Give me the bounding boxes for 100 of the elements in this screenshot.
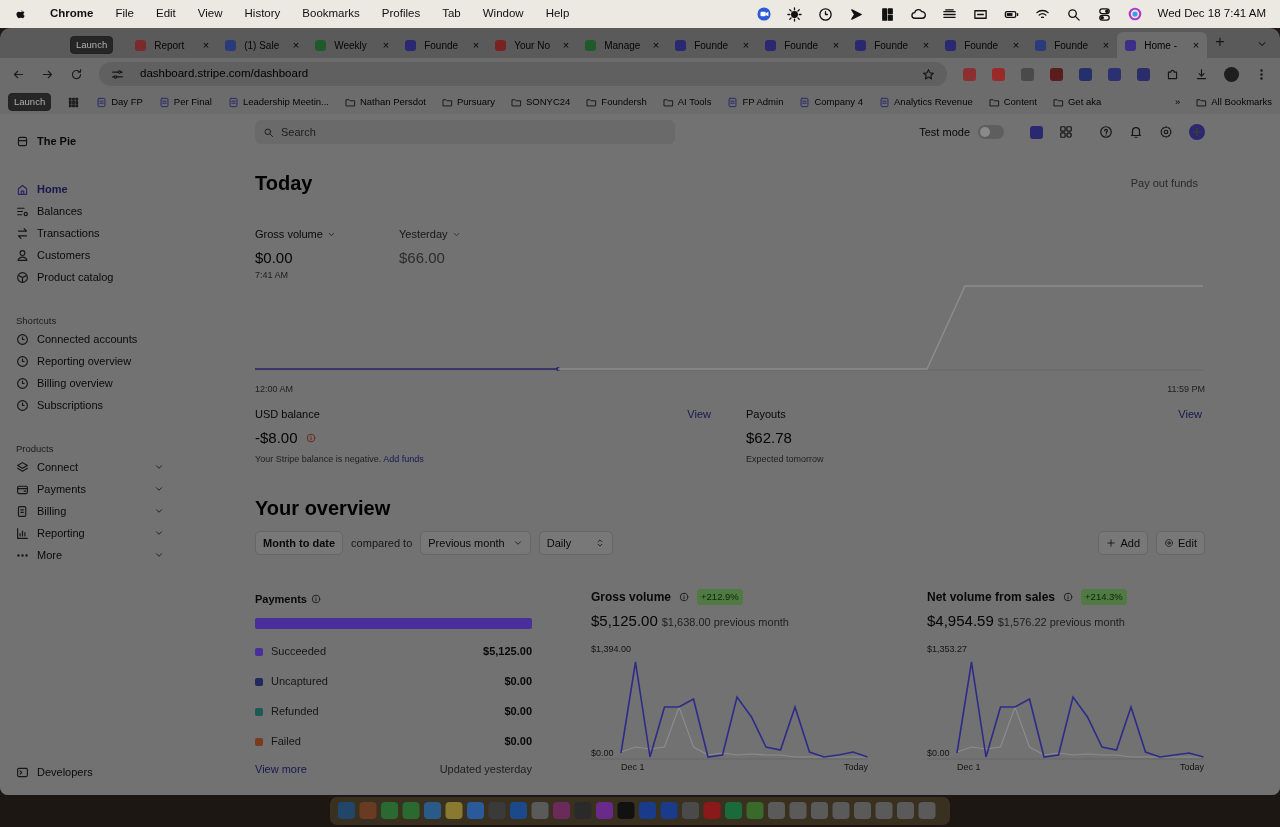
browser-tab[interactable]: Founde × [1027,32,1118,58]
close-button[interactable]: × [562,39,570,51]
menu-item[interactable]: Bookmarks [291,5,371,23]
tab-group-label[interactable]: Launch [70,35,114,54]
layout-icon[interactable] [879,6,895,22]
app-icon[interactable] [1030,125,1043,139]
sidebar-item[interactable]: Connect [16,456,240,478]
close-button[interactable]: × [922,39,930,51]
close-button[interactable]: × [652,39,660,51]
bookmark-star-icon[interactable] [922,67,935,81]
browser-tab[interactable]: Founde × [937,32,1028,58]
view-link[interactable]: View [687,406,711,423]
all-bookmarks-button[interactable]: All Bookmarks [1196,94,1272,110]
menu-item[interactable]: File [104,5,145,23]
control-center-icon[interactable] [1096,6,1112,22]
edit-button[interactable]: Edit [1156,530,1205,555]
help-icon[interactable] [1099,125,1113,139]
video-call-icon[interactable] [756,7,771,21]
menu-item[interactable]: Window [471,5,535,23]
bookmark-item[interactable]: Day FP [96,94,143,110]
test-mode-toggle[interactable] [978,125,1004,139]
close-button[interactable]: × [382,39,390,51]
sidebar-item[interactable]: Reporting overview [16,350,240,372]
view-more-link[interactable]: View more [255,760,307,777]
browser-tab[interactable]: Founde × [397,32,488,58]
apps-icon[interactable] [67,95,81,109]
sidebar-item[interactable]: Billing [16,500,240,522]
add-funds-link[interactable]: Add funds [383,454,424,464]
assistant-icon[interactable] [1127,7,1142,21]
bookmark-item[interactable]: Content [988,94,1037,110]
bookmark-chip[interactable]: Launch [8,92,52,112]
close-button[interactable]: × [1012,39,1020,51]
add-button[interactable]: Add [1098,530,1149,555]
sidebar-item[interactable]: Home [16,178,240,200]
menu-item[interactable]: Profiles [370,5,432,23]
bookmark-item[interactable]: AI Tools [662,94,712,110]
timer-icon[interactable] [817,6,833,22]
sidebar-item[interactable]: Subscriptions [16,394,240,416]
browser-tab[interactable]: Report × [127,32,218,58]
view-link[interactable]: View [1178,406,1202,423]
address-bar[interactable]: dashboard.stripe.com/dashboard [99,62,947,86]
new-tab-button[interactable]: + [1215,30,1225,54]
bookmark-item[interactable]: Foundersh [586,94,647,110]
sidebar-item[interactable]: Connected accounts [16,328,240,350]
sidebar-item[interactable]: Developers [16,761,240,783]
extension-icon[interactable] [1050,67,1063,81]
sidebar-item[interactable]: Customers [16,244,240,266]
extension-icon[interactable] [1137,67,1150,81]
date-range-button[interactable]: Month to date [255,530,344,555]
menu-item[interactable]: View [186,5,234,23]
interval-dropdown[interactable]: Daily [538,530,614,555]
close-button[interactable]: × [292,39,300,51]
close-button[interactable]: × [832,39,840,51]
bookmark-item[interactable]: Nathan Persdot [344,94,426,110]
close-button[interactable]: × [742,39,750,51]
brightness-icon[interactable] [786,6,802,22]
bookmark-item[interactable]: Per Final [158,94,212,110]
cloud-icon[interactable] [910,6,926,22]
browser-tab[interactable]: Founde × [847,32,938,58]
menu-item[interactable]: History [233,5,292,23]
comparison-dropdown[interactable]: Previous month [420,530,531,555]
account-switcher[interactable]: The Pie [16,130,240,152]
sidebar-item[interactable]: Reporting [16,522,240,544]
bookmark-item[interactable]: Pursuary [442,94,495,110]
bookmark-item[interactable]: Get aka [1053,94,1102,110]
app-menu[interactable]: Chrome [39,5,105,23]
menu-item[interactable]: Help [534,5,581,23]
close-button[interactable]: × [1192,39,1200,51]
menu-item[interactable]: Edit [145,5,187,23]
browser-tab[interactable]: Home - × [1117,32,1208,58]
site-settings-icon[interactable] [111,67,124,81]
browser-tab[interactable]: Weekly × [307,32,398,58]
avatar-icon[interactable] [1224,66,1239,82]
bookmark-item[interactable]: Analytics Revenue [879,94,973,110]
pay-out-button[interactable]: Pay out funds [1123,171,1205,195]
overflow-button[interactable]: » [1175,94,1181,110]
bookmark-item[interactable]: Leadership Meetin... [227,94,329,110]
browser-tab[interactable]: Founde × [667,32,758,58]
apps-icon[interactable] [1059,125,1073,139]
dock-drawing[interactable] [330,797,950,825]
sidebar-item[interactable]: Billing overview [16,372,240,394]
bookmark-item[interactable]: SONYC24 [511,94,571,110]
sidebar-item[interactable]: Balances [16,200,240,222]
sidebar-item[interactable]: Transactions [16,222,240,244]
send-icon[interactable] [848,6,864,22]
sidebar-item[interactable]: More [16,544,240,566]
sidebar-item[interactable]: Payments [16,478,240,500]
bookmark-item[interactable]: FP Admin [727,94,784,110]
close-button[interactable]: × [1102,39,1110,51]
bookmark-item[interactable]: Company 4 [799,94,863,110]
extensions-icon[interactable] [1166,67,1179,81]
sidebar-item[interactable]: Product catalog [16,266,240,288]
browser-tab[interactable]: Founde × [757,32,848,58]
close-button[interactable]: × [202,39,210,51]
reload-icon[interactable] [70,67,83,81]
close-button[interactable]: × [472,39,480,51]
download-icon[interactable] [1195,67,1208,81]
search-field[interactable]: Search [255,120,675,144]
browser-tab[interactable]: Manage × [577,32,668,58]
metric-selector[interactable]: Yesterday [399,226,543,243]
